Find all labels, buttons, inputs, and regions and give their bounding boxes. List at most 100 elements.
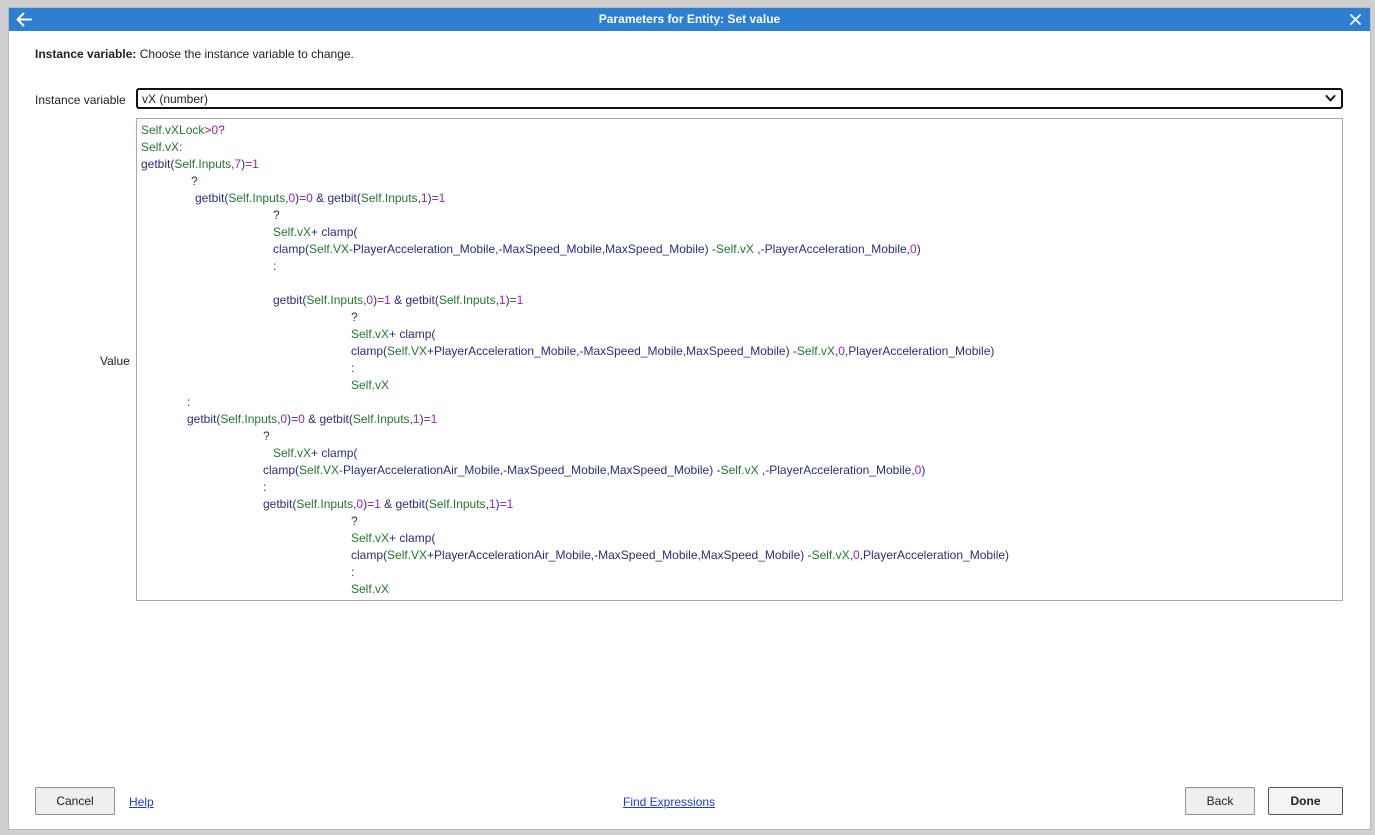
code-line: getbit(Self.Inputs,0)=1 & getbit(Self.In…	[273, 292, 523, 309]
code-token: Self	[273, 225, 294, 239]
parameters-dialog: Parameters for Entity: Set value Instanc…	[8, 7, 1371, 830]
code-token: + clamp(	[311, 446, 358, 460]
code-line: Self.vX:	[141, 139, 182, 156]
code-token: Self	[720, 463, 742, 477]
code-token: :	[351, 565, 355, 579]
code-token: .Inputs	[327, 293, 364, 307]
code-token: + clamp(	[389, 327, 436, 341]
code-token: =	[423, 412, 431, 426]
code-token: .vX	[161, 140, 180, 154]
find-expressions-link[interactable]: Find Expressions	[623, 795, 715, 809]
code-token: 1	[506, 497, 514, 511]
code-token: .vX	[371, 582, 390, 596]
instance-variable-select[interactable]: vX (number)	[136, 88, 1343, 109]
code-token: :	[187, 395, 191, 409]
code-line: clamp(Self.VX-PlayerAccelerationAir_Mobi…	[263, 462, 925, 479]
code-token: .Inputs	[241, 412, 278, 426]
code-line: getbit(Self.Inputs,0)=0 & getbit(Self.In…	[187, 411, 437, 428]
code-token: clamp(	[351, 548, 388, 562]
code-token: 1	[420, 191, 428, 205]
code-token: ,-PlayerAcceleration_Mobile,	[753, 242, 910, 256]
code-token: 1	[384, 293, 391, 307]
code-line: clamp(Self.VX+PlayerAccelerationAir_Mobi…	[351, 547, 1009, 564]
code-token: =	[499, 497, 507, 511]
code-token: Self	[438, 293, 460, 307]
code-line: :	[263, 479, 266, 496]
code-token: ,PlayerAcceleration_Mobile)	[859, 548, 1010, 562]
code-token: )	[916, 242, 921, 256]
code-token: & getbit(	[390, 293, 439, 307]
code-token: +PlayerAcceleration_Mobile,-MaxSpeed_Mob…	[427, 344, 797, 358]
dialog-titlebar: Parameters for Entity: Set value	[9, 8, 1370, 31]
code-token: Self	[796, 344, 818, 358]
code-token: .vX	[293, 446, 312, 460]
code-token: Self	[387, 548, 408, 562]
instance-variable-label: Instance variable	[35, 93, 126, 107]
code-token: :	[351, 361, 355, 375]
code-line: Self.vX	[351, 377, 389, 394]
code-line: getbit(Self.Inputs,0)=0 & getbit(Self.In…	[195, 190, 445, 207]
code-token: :	[263, 480, 267, 494]
code-token: getbit(	[263, 497, 297, 511]
code-token: Self	[715, 242, 737, 256]
code-line: Self.vX+ clamp(	[273, 224, 357, 241]
code-token: Self	[273, 446, 294, 460]
code-token: Self	[387, 344, 408, 358]
cancel-button[interactable]: Cancel	[35, 787, 115, 815]
code-token: ?	[273, 208, 280, 222]
code-token: :	[179, 140, 183, 154]
done-button[interactable]: Done	[1268, 787, 1343, 815]
code-token: Self	[174, 157, 196, 171]
code-line: :	[187, 394, 190, 411]
code-token: -PlayerAccelerationAir_Mobile,-MaxSpeed_…	[339, 463, 721, 477]
code-line: getbit(Self.Inputs,0)=1 & getbit(Self.In…	[263, 496, 513, 513]
code-line: getbit(Self.Inputs,7)=1	[141, 156, 259, 173]
code-token: clamp(	[351, 344, 388, 358]
code-token: Self	[351, 582, 372, 596]
code-token: + clamp(	[389, 531, 436, 545]
chevron-down-icon	[1325, 95, 1336, 102]
code-token: Self	[428, 497, 450, 511]
code-token: Self	[141, 140, 162, 154]
code-token: 1	[488, 497, 496, 511]
code-token: -PlayerAcceleration_Mobile,-MaxSpeed_Mob…	[349, 242, 716, 256]
code-token: .VX	[407, 548, 428, 562]
code-token: +PlayerAccelerationAir_Mobile,-MaxSpeed_…	[427, 548, 812, 562]
code-token: & getbit(	[304, 412, 353, 426]
help-link[interactable]: Help	[129, 795, 154, 809]
code-token: Self	[228, 191, 250, 205]
code-token: .VX	[329, 242, 350, 256]
code-token: .vX	[371, 378, 390, 392]
code-token: .Inputs	[317, 497, 354, 511]
code-token: =	[431, 191, 439, 205]
code-token: Self	[360, 191, 382, 205]
code-token: + clamp(	[311, 225, 358, 239]
code-line: ?	[351, 513, 358, 530]
code-token: clamp(	[273, 242, 310, 256]
code-line: :	[273, 258, 276, 275]
code-token: & getbit(	[380, 497, 429, 511]
close-icon[interactable]	[1348, 12, 1363, 27]
code-token: =	[509, 293, 517, 307]
value-expression-editor[interactable]: Self.vXLock>0? Self.vX: getbit(Self.Inputs…	[136, 118, 1343, 601]
code-token: Self	[811, 548, 833, 562]
code-token: ?	[351, 514, 358, 528]
code-token: .VX	[319, 463, 340, 477]
code-token: getbit(	[195, 191, 229, 205]
code-token: .vX	[817, 344, 835, 358]
parameter-description: Instance variable: Choose the instance v…	[35, 47, 354, 61]
code-token: Self	[351, 531, 372, 545]
value-label: Value	[100, 354, 130, 368]
parameter-name: Instance variable:	[35, 47, 137, 61]
code-token: getbit(	[141, 157, 175, 171]
code-token: .Inputs	[459, 293, 496, 307]
code-token: 1	[374, 497, 381, 511]
code-token: ?	[218, 123, 225, 137]
code-token: .Inputs	[195, 157, 232, 171]
code-token: 1	[498, 293, 506, 307]
code-token: Self	[351, 327, 372, 341]
back-arrow-icon[interactable]	[15, 11, 33, 28]
back-button[interactable]: Back	[1185, 787, 1255, 815]
code-line: ?	[273, 207, 280, 224]
code-token: .Inputs	[449, 497, 486, 511]
